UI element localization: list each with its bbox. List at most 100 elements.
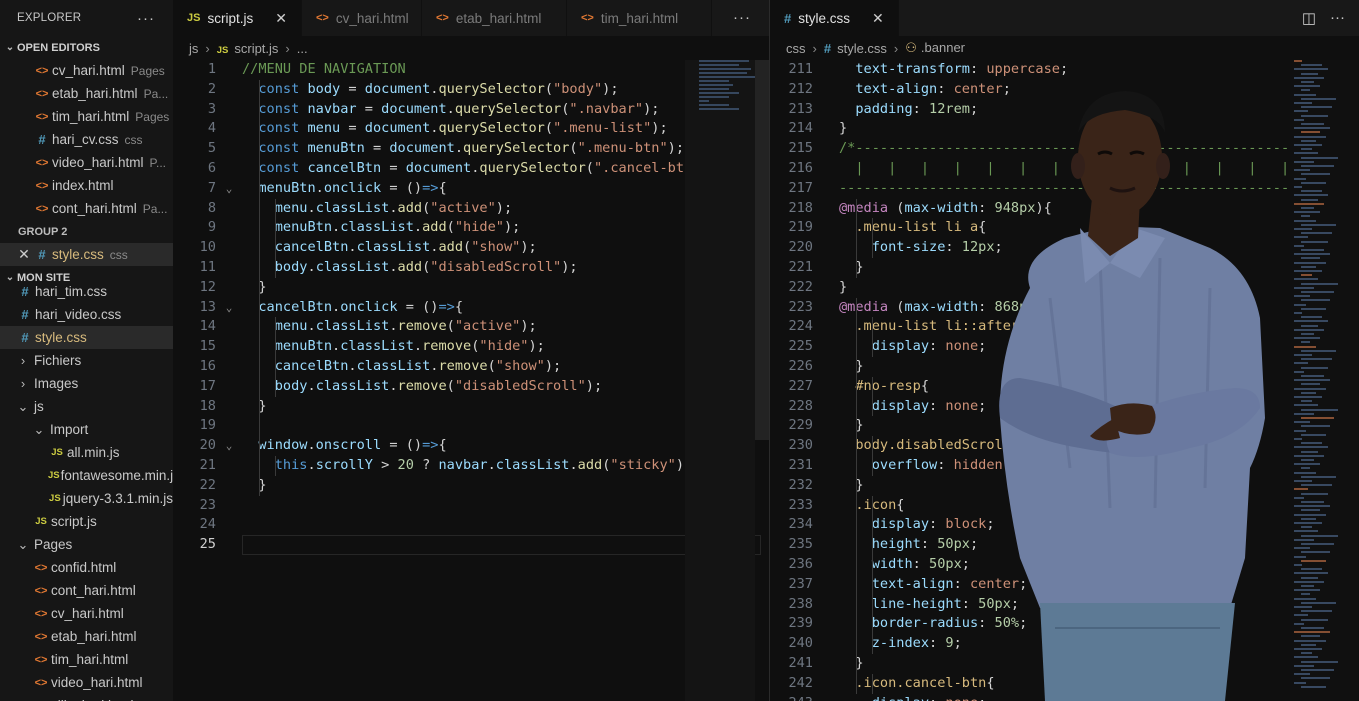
breadcrumb-item[interactable]: css (786, 41, 806, 56)
code-line[interactable]: 6 const cancelBtn = document.querySelect… (173, 159, 769, 179)
tree-file[interactable]: <> cv_hari.html (0, 602, 173, 625)
file-name: cont_hari.html (52, 201, 137, 216)
code-line[interactable]: 23 (173, 496, 769, 516)
close-icon[interactable]: ✕ (872, 10, 884, 27)
tree-folder[interactable]: ⌄ Import (0, 418, 173, 441)
code-line[interactable]: 17 body.classList.remove("disabledScroll… (173, 377, 769, 397)
code-line[interactable]: 12 } (173, 278, 769, 298)
code-line[interactable]: 3 const navbar = document.querySelector(… (173, 100, 769, 120)
open-editor-item[interactable]: <> cv_hari.html Pages (0, 59, 173, 82)
chevron-down-icon[interactable]: ⌄ (216, 298, 242, 318)
close-icon[interactable]: ✕ (275, 10, 287, 27)
code-line[interactable]: 5 const menuBtn = document.querySelector… (173, 139, 769, 159)
breadcrumb-item[interactable]: js (189, 41, 198, 56)
tree-file[interactable]: # hari_video.css (0, 303, 173, 326)
code-line[interactable]: 19 (173, 416, 769, 436)
js-file-icon: JS (51, 447, 63, 458)
open-editor-item[interactable]: <> video_hari.html P... (0, 151, 173, 174)
file-name: tim_hari.html (52, 109, 130, 124)
code-line[interactable]: 7 ⌄ menuBtn.onclick = ()=>{ (173, 179, 769, 199)
tree-folder[interactable]: › Images (0, 372, 173, 395)
minimap-line (1294, 496, 1304, 499)
tree-folder[interactable]: ⌄ js (0, 395, 173, 418)
open-editor-item[interactable]: # hari_cv.css css (0, 128, 173, 151)
tree-file[interactable]: <> cont_hari.html (0, 579, 173, 602)
css-file-icon: # (823, 40, 832, 56)
html-file-icon: <> (34, 653, 48, 666)
tree-file[interactable]: <> tim_hari.html (0, 648, 173, 671)
tree-folder[interactable]: ⌄ Pages (0, 533, 173, 556)
tree-file[interactable]: JS script.js (0, 510, 173, 533)
minimap-line (1294, 421, 1310, 424)
chevron-down-icon[interactable]: ⌄ (216, 436, 242, 456)
tree-file[interactable]: <> etab_hari.html (0, 625, 173, 648)
minimap-line (1301, 131, 1320, 134)
code-line[interactable]: 8 menu.classList.add("active"); (173, 199, 769, 219)
code-line[interactable]: 1 //MENU DE NAVIGATION (173, 60, 769, 80)
tabs-more-button[interactable]: ··· (733, 9, 751, 26)
code-line[interactable]: 16 cancelBtn.classList.remove("show"); (173, 357, 769, 377)
minimap-line (1301, 173, 1330, 176)
code-area-left[interactable]: 1 //MENU DE NAVIGATION 2 const body = docu… (173, 60, 769, 556)
tree-file[interactable]: JS jquery-3.3.1.min.js (0, 487, 173, 510)
explorer-more-button[interactable]: ··· (137, 10, 155, 27)
open-editor-item[interactable]: <> etab_hari.html Pa... (0, 82, 173, 105)
minimap-line (1294, 572, 1328, 575)
chevron-down-icon[interactable]: ⌄ (216, 179, 242, 199)
breadcrumb-item[interactable]: ... (297, 41, 308, 56)
minimap-line (1294, 471, 1316, 474)
tree-folder[interactable]: › Fichiers (0, 349, 173, 372)
tree-file[interactable]: # style.css (0, 326, 173, 349)
tabs-more-button[interactable]: ··· (1330, 9, 1345, 27)
code-text: cancelBtn.onclick = ()=>{ (258, 298, 464, 315)
minimap-left[interactable] (699, 60, 755, 110)
tab-cv-hari-html[interactable]: <> cv_hari.html (301, 0, 422, 36)
code-line[interactable]: 211 text-transform: uppercase; (770, 60, 1359, 80)
code-line[interactable]: 9 menuBtn.classList.add("hide"); (173, 218, 769, 238)
open-editor-item[interactable]: <> index.html (0, 174, 173, 197)
tree-file[interactable]: <> confid.html (0, 556, 173, 579)
breadcrumb-item[interactable]: JS script.js (217, 41, 279, 56)
code-line[interactable]: 10 cancelBtn.classList.add("show"); (173, 238, 769, 258)
minimap-line (1294, 219, 1316, 222)
code-line[interactable]: 21 this.scrollY > 20 ? navbar.classList.… (173, 456, 769, 476)
code-line[interactable]: 4 const menu = document.querySelector(".… (173, 119, 769, 139)
code-line[interactable]: 13 ⌄ cancelBtn.onclick = ()=>{ (173, 298, 769, 318)
fold-gutter (813, 337, 839, 357)
tab-script-js[interactable]: JS script.js ✕ (173, 0, 302, 36)
minimap-track (685, 60, 755, 701)
tree-file[interactable]: JS fontawesome.min.js (0, 464, 173, 487)
breadcrumb-item[interactable]: ⚇ .banner (905, 40, 965, 56)
html-file-icon: <> (35, 202, 49, 215)
line-number: 24 (199, 516, 216, 533)
code-line[interactable]: 15 menuBtn.classList.remove("hide"); (173, 337, 769, 357)
fold-gutter (813, 199, 839, 219)
breadcrumb-item[interactable]: # style.css (824, 41, 887, 56)
minimap-line (1301, 358, 1332, 361)
open-editor-item[interactable]: ✕ # style.css css (0, 243, 173, 266)
open-editor-item[interactable]: <> tim_hari.html Pages (0, 105, 173, 128)
open-editor-item[interactable]: <> cont_hari.html Pa... (0, 197, 173, 220)
tree-file[interactable]: <>ville_hari.html (0, 694, 173, 701)
code-line[interactable]: 14 menu.classList.remove("active"); (173, 317, 769, 337)
split-editor-icon[interactable]: ◫ (1302, 9, 1316, 27)
code-line[interactable]: 20 ⌄ window.onscroll = ()=>{ (173, 436, 769, 456)
tab-etab-hari-html[interactable]: <> etab_hari.html (421, 0, 567, 36)
code-line[interactable]: 2 const body = document.querySelector("b… (173, 80, 769, 100)
fold-gutter (813, 555, 839, 575)
code-line[interactable]: 22 } (173, 476, 769, 496)
tab-bar-left: JS script.js ✕ <> cv_hari.html <> etab_hari.ht… (173, 0, 769, 36)
scrollbar-left[interactable] (755, 60, 769, 440)
minimap-line (1294, 60, 1302, 62)
tree-file[interactable]: <> video_hari.html (0, 671, 173, 694)
code-line[interactable]: 18 } (173, 397, 769, 417)
open-editors-header[interactable]: ⌄ OPEN EDITORS (0, 36, 173, 59)
tree-file[interactable]: # hari_tim.css (0, 280, 173, 303)
code-line[interactable]: 11 body.classList.add("disabledScroll"); (173, 258, 769, 278)
tab-tim-hari-html[interactable]: <> tim_hari.html (566, 0, 712, 36)
close-icon[interactable]: ✕ (16, 246, 32, 263)
code-line[interactable]: 24 (173, 515, 769, 535)
tree-file[interactable]: JS all.min.js (0, 441, 173, 464)
tab-style-css[interactable]: # style.css ✕ (770, 0, 899, 36)
minimap-right[interactable] (1290, 60, 1358, 701)
